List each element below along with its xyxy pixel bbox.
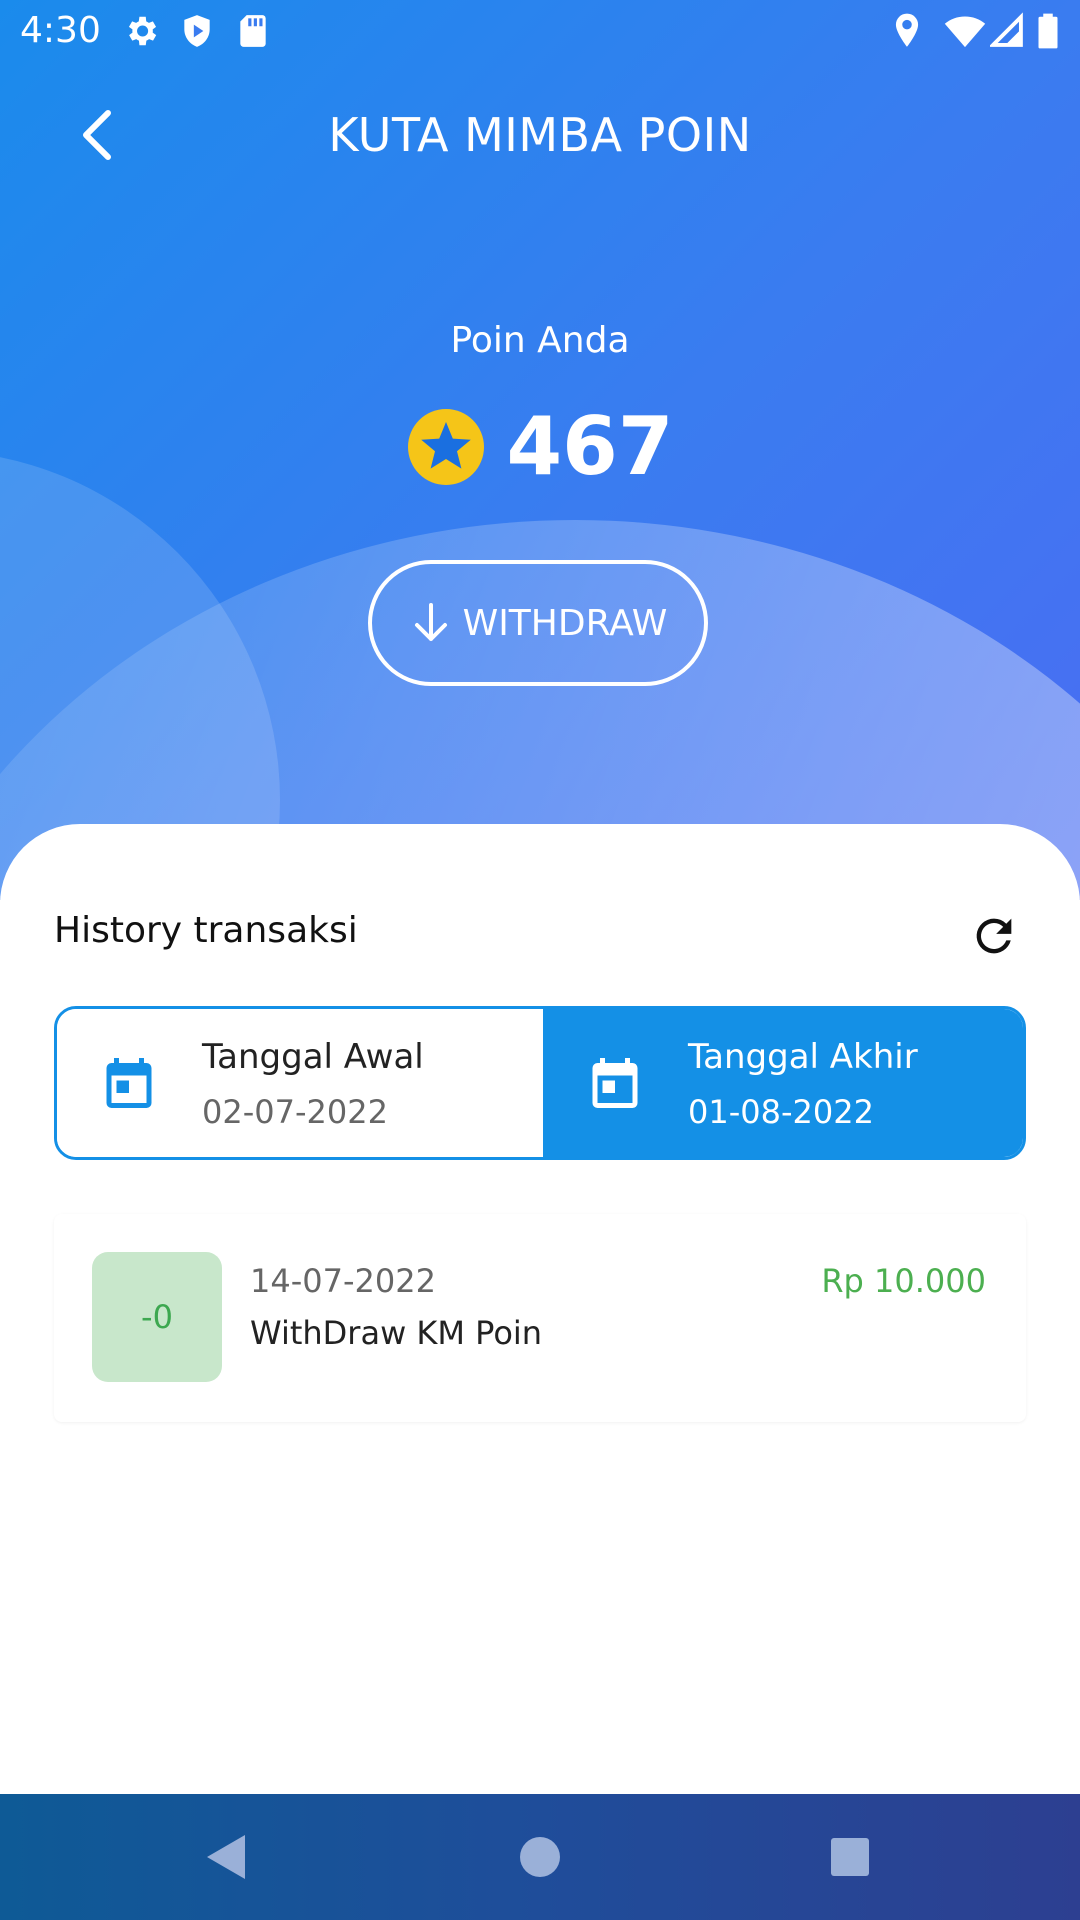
gear-icon xyxy=(128,16,157,46)
points-label: Poin Anda xyxy=(450,320,630,361)
points-value: 467 xyxy=(506,400,674,493)
end-date-picker[interactable]: Tanggal Akhir 01-08-2022 xyxy=(543,1009,1023,1157)
arrow-down-icon xyxy=(414,603,447,641)
star-coin-icon xyxy=(407,408,484,485)
calendar-icon xyxy=(106,1058,152,1108)
end-date-label: Tanggal Akhir xyxy=(688,1037,918,1077)
recents-square-icon[interactable] xyxy=(820,1827,880,1887)
refresh-button[interactable] xyxy=(968,910,1020,962)
shield-play-icon xyxy=(184,15,210,47)
withdraw-label: WITHDRAW xyxy=(462,602,668,644)
transaction-badge: -0 xyxy=(92,1252,222,1382)
transaction-item[interactable]: -0 14-07-2022 WithDraw KM Poin Rp 10.000 xyxy=(54,1214,1026,1422)
calendar-icon xyxy=(592,1058,638,1108)
start-date-value: 02-07-2022 xyxy=(202,1093,388,1131)
transaction-date: 14-07-2022 xyxy=(250,1262,436,1300)
start-date-label: Tanggal Awal xyxy=(202,1037,424,1077)
transaction-description: WithDraw KM Poin xyxy=(250,1314,543,1352)
history-title: History transaksi xyxy=(54,910,358,951)
navigation-bar xyxy=(0,1794,1080,1920)
location-icon xyxy=(895,13,919,47)
battery-icon xyxy=(1038,13,1058,49)
sd-card-icon xyxy=(240,15,266,47)
back-triangle-icon[interactable] xyxy=(195,1827,255,1887)
points-display: 467 xyxy=(0,400,1080,493)
withdraw-button[interactable]: WITHDRAW xyxy=(368,560,708,686)
status-time: 4:30 xyxy=(20,10,101,51)
home-circle-icon[interactable] xyxy=(510,1827,570,1887)
refresh-icon xyxy=(976,918,1012,954)
page-title: KUTA MIMBA POIN xyxy=(328,108,752,162)
history-sheet: History transaksi Tanggal Awal 02-07-202… xyxy=(0,824,1080,1794)
start-date-picker[interactable]: Tanggal Awal 02-07-2022 xyxy=(57,1009,543,1157)
signal-icon xyxy=(990,12,1023,47)
date-range-picker: Tanggal Awal 02-07-2022 Tanggal Akhir 01… xyxy=(54,1006,1026,1160)
status-bar: 4:30 xyxy=(0,0,1080,64)
wifi-icon xyxy=(944,16,986,48)
end-date-value: 01-08-2022 xyxy=(688,1093,874,1131)
transaction-amount: Rp 10.000 xyxy=(821,1262,986,1300)
